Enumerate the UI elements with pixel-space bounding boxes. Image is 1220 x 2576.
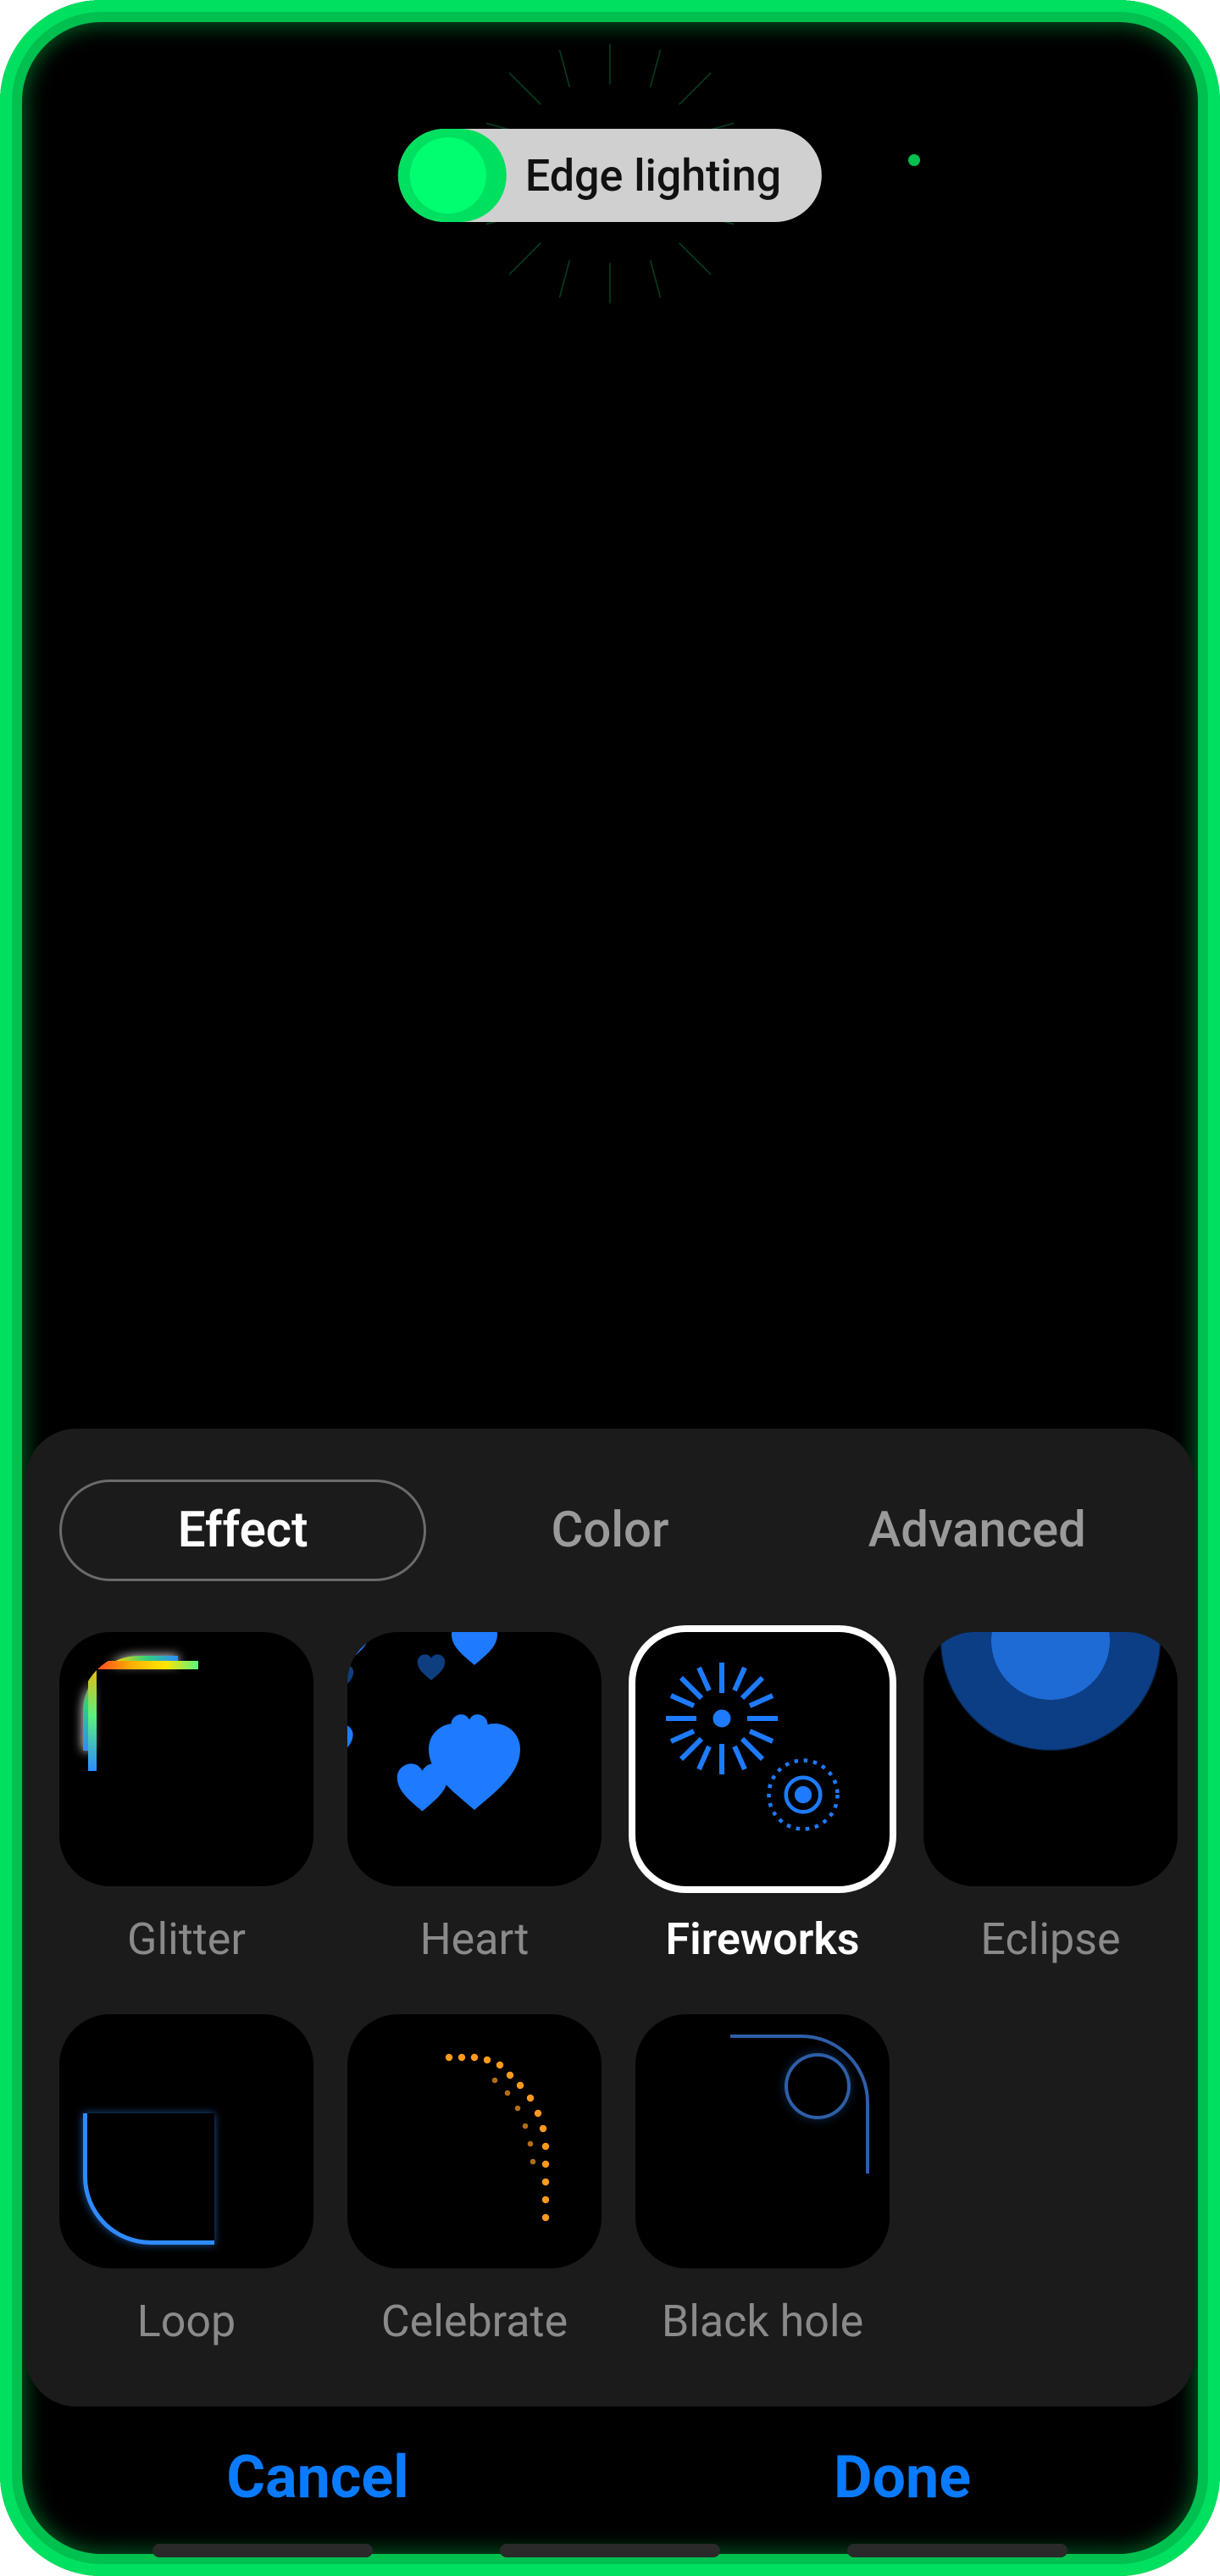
button-label: Cancel [226, 2443, 408, 2512]
tab-color[interactable]: Color [426, 1480, 793, 1581]
effect-thumb [347, 2014, 602, 2268]
nav-recent[interactable] [152, 2544, 373, 2557]
android-nav-bar[interactable] [0, 2544, 1220, 2566]
edge-lighting-toggle[interactable]: Edge lighting [398, 129, 822, 222]
effect-thumb [347, 1632, 602, 1886]
camera-punch-hole [908, 154, 920, 166]
tab-bar: Effect Color Advanced [59, 1480, 1161, 1581]
tab-label: Advanced [868, 1502, 1086, 1559]
effect-glitter[interactable]: Glitter [59, 1632, 313, 1965]
effect-loop[interactable]: Loop [59, 2014, 313, 2347]
effect-label: Eclipse [980, 1913, 1120, 1965]
effect-label: Black hole [662, 2296, 863, 2347]
effect-thumb [923, 1632, 1178, 1886]
effect-blackhole[interactable]: Black hole [635, 2014, 890, 2347]
effect-thumb [59, 2014, 313, 2268]
effect-thumb [635, 2014, 890, 2268]
button-label: Done [834, 2443, 971, 2512]
effect-label: Glitter [127, 1913, 246, 1965]
toggle-track [398, 129, 507, 222]
toggle-label: Edge lighting [525, 150, 781, 202]
effect-label: Celebrate [381, 2296, 568, 2347]
tab-effect[interactable]: Effect [59, 1480, 426, 1581]
effect-eclipse[interactable]: Eclipse [923, 1632, 1178, 1965]
effect-celebrate[interactable]: Celebrate [347, 2014, 602, 2347]
effect-label: Loop [137, 2296, 236, 2347]
effect-label: Heart [420, 1913, 530, 1965]
toggle-knob [410, 137, 486, 214]
tab-label: Effect [178, 1502, 308, 1559]
effect-thumb [59, 1632, 313, 1886]
effect-heart[interactable]: Heart [347, 1632, 602, 1965]
nav-home[interactable] [500, 2544, 720, 2557]
effect-label: Fireworks [665, 1913, 859, 1965]
effects-grid: Glitter [59, 1632, 1161, 2347]
device-frame: Edge lighting Effect Color Advanced Glit… [0, 0, 1220, 2576]
effects-panel: Effect Color Advanced Glitter [25, 1429, 1195, 2407]
footer-buttons: Cancel Done [25, 2410, 1195, 2545]
tab-advanced[interactable]: Advanced [794, 1480, 1161, 1581]
done-button[interactable]: Done [610, 2410, 1195, 2545]
effect-fireworks[interactable]: Fireworks [635, 1632, 890, 1965]
cancel-button[interactable]: Cancel [25, 2410, 610, 2545]
effect-thumb [635, 1632, 890, 1886]
tab-label: Color [552, 1502, 669, 1559]
nav-back[interactable] [847, 2544, 1068, 2557]
